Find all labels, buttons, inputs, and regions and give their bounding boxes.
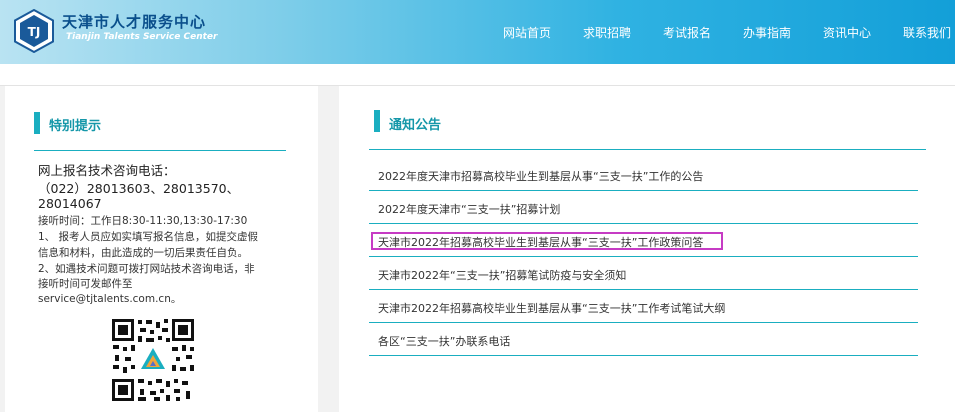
svg-text:TJ: TJ — [28, 25, 41, 39]
section-marker — [34, 112, 40, 134]
qr-code-icon — [110, 317, 196, 403]
header-divider-strip — [0, 64, 955, 86]
note-1-cont: 信息和材料，由此造成的一切后果责任自负。 — [38, 247, 248, 259]
nav-service-guide[interactable]: 办事指南 — [743, 24, 791, 41]
notice-link[interactable]: 2022年度天津市“三支一扶”招募计划 — [378, 201, 560, 217]
phone-heading: 网上报名技术咨询电话： — [38, 163, 176, 178]
note-2: 2、如遇技术问题可拨打网站技术咨询电话，非 — [38, 263, 255, 275]
section-marker — [374, 110, 380, 132]
nav-news-center[interactable]: 资讯中心 — [823, 24, 871, 41]
notice-divider — [369, 322, 918, 323]
service-hours: 接听时间：工作日8:30-11:30,13:30-17:30 — [38, 215, 248, 227]
notice-link[interactable]: 天津市2022年招募高校毕业生到基层从事“三支一扶”工作考试笔试大纲 — [378, 300, 725, 316]
notice-divider — [369, 355, 918, 356]
site-subtitle: Tianjin Talents Service Center — [66, 32, 218, 42]
section-divider — [34, 150, 286, 151]
nav-job-recruitment[interactable]: 求职招聘 — [583, 24, 631, 41]
nav-exam-registration[interactable]: 考试报名 — [663, 24, 711, 41]
phone-numbers-cont: 28014067 — [38, 196, 102, 211]
notice-divider — [369, 223, 918, 224]
note-1: 1、 报考人员应如实填写报名信息，如提交虚假 — [38, 231, 259, 243]
special-notice-title: 特别提示 — [49, 119, 102, 134]
notice-link[interactable]: 2022年度天津市招募高校毕业生到基层从事“三支一扶”工作的公告 — [378, 168, 703, 184]
notice-divider — [369, 190, 918, 191]
phone-numbers: （022）28013603、28013570、 — [38, 181, 240, 196]
site-header: TJ 天津市人才服务中心 Tianjin Talents Service Cen… — [0, 0, 955, 64]
tianjin-talents-logo-icon[interactable]: TJ — [12, 9, 56, 53]
nav-contact-us[interactable]: 联系我们 — [903, 24, 951, 41]
announcements-title: 通知公告 — [389, 118, 442, 133]
note-2-cont: 接听时间可发邮件至 — [38, 278, 133, 290]
notice-link[interactable]: 各区“三支一扶”办联系电话 — [378, 333, 510, 349]
highlight-box — [371, 232, 723, 250]
support-email[interactable]: service@tjtalents.com.cn。 — [38, 291, 181, 306]
notice-divider — [369, 289, 918, 290]
section-divider — [369, 149, 926, 150]
nav-home[interactable]: 网站首页 — [503, 24, 551, 41]
site-title[interactable]: 天津市人才服务中心 — [62, 11, 206, 32]
notice-link[interactable]: 天津市2022年“三支一扶”招募笔试防疫与安全须知 — [378, 267, 626, 283]
notice-divider — [369, 256, 918, 257]
